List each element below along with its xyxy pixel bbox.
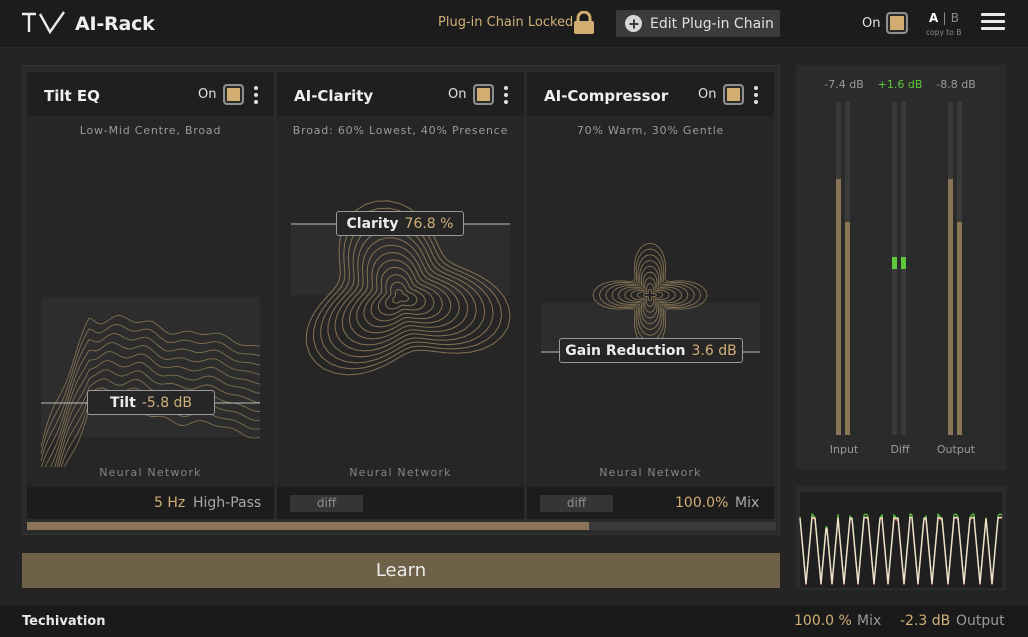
module-header: Tilt EQ On xyxy=(27,72,274,116)
module-on-toggle[interactable] xyxy=(473,84,494,105)
module-subtitle: Broad: 60% Lowest, 40% Presence xyxy=(292,124,509,137)
module-on-toggle[interactable] xyxy=(723,84,744,105)
diff-button[interactable]: diff xyxy=(290,495,363,512)
param-name: Gain Reduction xyxy=(565,342,686,359)
module-on-toggle[interactable] xyxy=(223,84,244,105)
app-title: AI-Rack xyxy=(75,13,155,35)
diff-meter-reading: +1.6 dB xyxy=(877,78,923,91)
input-meter-right xyxy=(845,102,850,435)
tilt-parameter-control[interactable]: Tilt -5.8 dB xyxy=(87,390,215,415)
ab-switch[interactable]: A | B xyxy=(929,11,959,25)
param-value: 3.6 dB xyxy=(691,342,737,359)
param-value: -5.8 dB xyxy=(141,394,193,411)
lock-status-label: Plug-in Chain Locked xyxy=(438,15,574,30)
global-mix-value[interactable]: 100.0 % xyxy=(794,613,852,629)
module-title: AI-Compressor xyxy=(544,87,669,105)
module-title: AI-Clarity xyxy=(294,87,374,105)
kebab-menu-icon[interactable] xyxy=(503,86,509,104)
output-meter-left xyxy=(948,102,953,435)
module-footer: diff xyxy=(277,487,524,519)
mix-value[interactable]: 100.0% xyxy=(675,495,728,511)
module-ai-compressor: AI-Compressor On 70% Warm, 30% Gentle Ga… xyxy=(527,72,774,519)
module-on-label: On xyxy=(198,87,217,102)
module-subtitle: 70% Warm, 30% Gentle xyxy=(576,124,725,137)
clarity-parameter-control[interactable]: Clarity 76.8 % xyxy=(336,211,464,236)
param-name: Clarity xyxy=(346,215,399,232)
output-meter-right xyxy=(957,102,962,435)
ab-a-label: A xyxy=(929,11,939,25)
output-meter-label: Output xyxy=(936,443,976,456)
waveform-scope xyxy=(796,486,1006,590)
diff-meter-label: Diff xyxy=(890,443,910,456)
ab-b-label: B xyxy=(950,11,959,25)
global-output-value[interactable]: -2.3 dB xyxy=(900,613,950,629)
kebab-menu-icon[interactable] xyxy=(253,86,259,104)
clarity-visualization xyxy=(291,200,511,376)
input-meter-reading: -7.4 dB xyxy=(824,78,864,91)
mix-label: Mix xyxy=(735,495,760,511)
module-on-label: On xyxy=(698,87,717,102)
neural-network-label: Neural Network xyxy=(599,466,702,479)
highpass-label: High-Pass xyxy=(193,495,262,511)
input-meter-label: Input xyxy=(829,443,859,456)
module-header: AI-Compressor On xyxy=(527,72,774,116)
module-footer: diff 100.0% Mix xyxy=(527,487,774,519)
level-meters-panel: -7.4 dB +1.6 dB -8.8 dB Input Diff Outpu… xyxy=(796,65,1006,470)
module-footer: 5 Hz High-Pass xyxy=(27,487,274,519)
plus-circle-icon xyxy=(625,15,642,32)
ab-separator: | xyxy=(942,11,947,25)
module-subtitle: Low-Mid Centre, Broad xyxy=(79,124,222,137)
neural-network-label: Neural Network xyxy=(349,466,452,479)
input-meter-left xyxy=(836,102,841,435)
module-tilt-eq: Tilt EQ On Low-Mid Centre, Broad Tilt -5… xyxy=(27,72,274,519)
learn-progress-bar xyxy=(27,522,776,530)
global-on-toggle[interactable] xyxy=(886,12,908,34)
highpass-value[interactable]: 5 Hz xyxy=(154,495,185,511)
tv-logo-icon xyxy=(22,11,65,35)
compressor-visualization xyxy=(541,242,760,353)
module-header: AI-Clarity On xyxy=(277,72,524,116)
kebab-menu-icon[interactable] xyxy=(753,86,759,104)
plugin-rack: Tilt EQ On Low-Mid Centre, Broad Tilt -5… xyxy=(22,65,780,535)
header-bar: AI-Rack Plug-in Chain Locked Edit Plug-i… xyxy=(0,0,1028,48)
gain-reduction-parameter-control[interactable]: Gain Reduction 3.6 dB xyxy=(559,338,743,363)
param-name: Tilt xyxy=(109,394,136,411)
output-meter-reading: -8.8 dB xyxy=(936,78,976,91)
module-on-label: On xyxy=(448,87,467,102)
lock-icon[interactable] xyxy=(573,11,595,35)
diff-button[interactable]: diff xyxy=(540,495,613,512)
global-on-label: On xyxy=(862,16,881,31)
copy-to-b-button[interactable]: copy to B xyxy=(926,28,961,37)
diff-indicator-left xyxy=(892,257,897,269)
edit-plugin-chain-button[interactable]: Edit Plug-in Chain xyxy=(616,10,780,37)
footer-bar: Techivation 100.0 % Mix -2.3 dB Output xyxy=(0,605,1028,637)
neural-network-label: Neural Network xyxy=(99,466,202,479)
hamburger-menu-icon[interactable] xyxy=(981,13,1005,33)
learn-button[interactable]: Learn xyxy=(22,553,780,588)
param-value: 76.8 % xyxy=(404,215,454,232)
edit-plugin-chain-label: Edit Plug-in Chain xyxy=(650,15,774,32)
diff-indicator-right xyxy=(901,257,906,269)
module-title: Tilt EQ xyxy=(44,87,100,105)
brand-label: Techivation xyxy=(22,614,106,629)
module-ai-clarity: AI-Clarity On Broad: 60% Lowest, 40% Pre… xyxy=(277,72,524,519)
global-mix-label: Mix xyxy=(857,613,882,629)
global-output-label: Output xyxy=(956,613,1005,629)
learn-progress-fill xyxy=(27,522,589,530)
tilt-eq-visualization xyxy=(40,297,261,467)
